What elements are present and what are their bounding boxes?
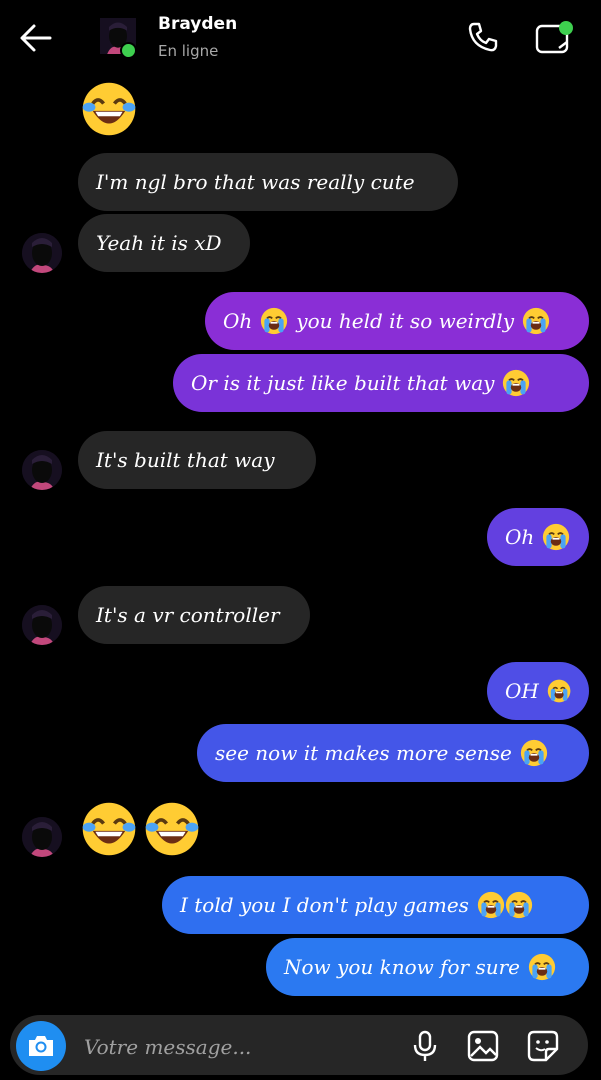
sent-message[interactable]: see now it makes more sense — [197, 724, 589, 782]
message-text: I told you I don't play games — [180, 893, 469, 917]
sent-message[interactable]: Oh you held it so weirdly — [205, 292, 589, 350]
loudly-crying-emoji — [502, 369, 530, 397]
camera-button[interactable] — [16, 1021, 66, 1071]
sticker-icon[interactable] — [526, 1029, 560, 1063]
contact-status: En ligne — [158, 42, 219, 60]
message-text: Yeah it is xD — [96, 231, 222, 255]
sent-message[interactable]: Oh — [487, 508, 589, 566]
back-arrow-icon[interactable] — [18, 22, 54, 54]
received-message[interactable]: It's built that way — [78, 431, 316, 489]
message-text: you held it so weirdly — [296, 309, 514, 333]
message-text: Oh — [505, 525, 535, 549]
online-status-dot — [120, 42, 137, 59]
sent-message[interactable]: OH — [487, 662, 589, 720]
laughing-crying-emoji — [80, 80, 138, 138]
phone-icon[interactable] — [466, 20, 500, 54]
sent-message[interactable]: Now you know for sure — [266, 938, 589, 996]
emoji-message[interactable] — [80, 80, 138, 142]
laughing-crying-emoji — [143, 800, 201, 858]
received-message[interactable]: It's a vr controller — [78, 586, 310, 644]
emoji-message[interactable] — [80, 800, 201, 862]
sender-avatar — [22, 233, 62, 273]
message-text: Oh — [223, 309, 253, 333]
video-call-icon[interactable] — [534, 18, 576, 58]
gallery-icon[interactable] — [466, 1029, 500, 1063]
sender-avatar — [22, 817, 62, 857]
loudly-crying-emoji — [260, 307, 288, 335]
sent-message[interactable]: I told you I don't play games — [162, 876, 589, 934]
loudly-crying-emoji — [520, 739, 548, 767]
message-text: Now you know for sure — [284, 955, 521, 979]
contact-name[interactable]: Brayden — [158, 14, 237, 34]
loudly-crying-emoji — [522, 307, 550, 335]
loudly-crying-emoji — [542, 523, 570, 551]
message-input[interactable]: Votre message... — [84, 1035, 251, 1059]
message-composer: Votre message... — [10, 1015, 588, 1075]
message-text: see now it makes more sense — [215, 741, 512, 765]
sender-avatar — [22, 605, 62, 645]
message-text: It's built that way — [96, 448, 275, 472]
microphone-icon[interactable] — [408, 1029, 442, 1063]
camera-icon — [29, 1036, 53, 1056]
message-text: OH — [505, 679, 539, 703]
received-message[interactable]: Yeah it is xD — [78, 214, 250, 272]
message-text: I'm ngl bro that was really cute — [96, 170, 415, 194]
sent-message[interactable]: Or is it just like built that way — [173, 354, 589, 412]
message-text: Or is it just like built that way — [191, 371, 495, 395]
loudly-crying-emoji — [477, 891, 505, 919]
loudly-crying-emoji — [547, 677, 571, 705]
received-message[interactable]: I'm ngl bro that was really cute — [78, 153, 458, 211]
sender-avatar — [22, 450, 62, 490]
loudly-crying-emoji — [528, 953, 556, 981]
message-text: It's a vr controller — [96, 603, 280, 627]
loudly-crying-emoji — [505, 891, 533, 919]
chat-header: Brayden En ligne — [0, 0, 601, 80]
laughing-crying-emoji — [80, 800, 138, 858]
